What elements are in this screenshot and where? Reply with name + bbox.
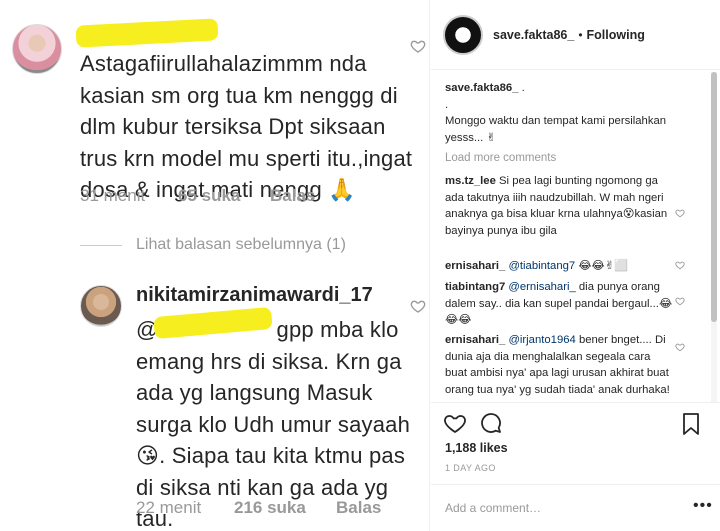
comment-username[interactable]: ms.tz_lee	[445, 175, 496, 187]
more-options-icon[interactable]: •••	[693, 497, 713, 515]
comment-mention[interactable]: @irjanto1964	[508, 334, 575, 346]
comment-mention[interactable]: @ernisahari_	[508, 281, 575, 293]
post-likes-count[interactable]: 1,188 likes	[445, 441, 508, 455]
bookmark-icon[interactable]	[681, 412, 701, 436]
comment-meta: 31 menit 65 suka Balas	[80, 186, 315, 206]
add-comment-bar: Add a comment… •••	[431, 484, 720, 531]
like-heart-icon[interactable]	[410, 298, 426, 314]
account-username[interactable]: save.fakta86_	[493, 28, 574, 42]
following-button[interactable]: Following	[587, 28, 645, 42]
reply-username[interactable]: nikitamirzanimawardi_17	[136, 284, 373, 307]
reply-likes[interactable]: 216 suka	[234, 498, 306, 518]
add-comment-input[interactable]: Add a comment…	[445, 501, 541, 515]
post-timestamp: 1 DAY AGO	[445, 463, 496, 473]
caption: save.fakta86_ . . Monggo waktu dan tempa…	[445, 80, 673, 146]
view-previous-replies[interactable]: Lihat balasan sebelumnya (1)	[80, 236, 346, 254]
comments-list[interactable]: save.fakta86_ . . Monggo waktu dan tempa…	[445, 80, 690, 398]
comment-username[interactable]: ernisahari_	[445, 260, 505, 272]
reply-meta: 22 menit 216 suka Balas	[136, 498, 381, 518]
comments-scrollbar[interactable]	[711, 72, 717, 402]
commenter-avatar	[12, 24, 62, 74]
comment-body: 😂😂✌⬜	[575, 260, 629, 272]
list-item: ms.tz_lee Si pea lagi bunting ngomong ga…	[445, 173, 673, 239]
separator-dot: •	[578, 27, 583, 42]
list-item: tiabintang7 @ernisahari_ dia punya orang…	[445, 279, 673, 329]
list-item: ernisahari_ @tiabintang7 😂😂✌⬜	[445, 258, 673, 275]
scrollbar-thumb[interactable]	[711, 72, 717, 322]
comment-screenshot-panel: Astagafiirullahalazimmm nda kasian sm or…	[0, 0, 430, 531]
comment-like-icon[interactable]	[675, 260, 685, 270]
like-heart-icon[interactable]	[443, 411, 467, 435]
comment-mention[interactable]: @tiabintang7	[508, 260, 575, 272]
comment-time: 31 menit	[80, 186, 146, 205]
comment-text: Astagafiirullahalazimmm nda kasian sm or…	[80, 51, 413, 202]
reply-time: 22 menit	[136, 498, 202, 517]
comment-like-icon[interactable]	[675, 296, 685, 306]
reply-avatar	[80, 285, 122, 327]
instagram-post-sidebar: save.fakta86_ • Following save.fakta86_ …	[431, 0, 720, 531]
comment-username[interactable]: ernisahari_	[445, 334, 505, 346]
view-previous-label: Lihat balasan sebelumnya (1)	[136, 236, 346, 253]
list-item: ernisahari_ @irjanto1964 bener bnget....…	[445, 332, 673, 398]
comment-likes[interactable]: 65 suka	[178, 186, 240, 206]
divider-line	[80, 244, 122, 246]
comment-like-icon[interactable]	[675, 208, 685, 218]
comment-like-icon[interactable]	[675, 342, 685, 352]
post-header: save.fakta86_ • Following	[431, 0, 720, 70]
reply-button[interactable]: Balas	[270, 186, 315, 206]
account-avatar[interactable]	[443, 14, 483, 55]
redacted-username	[75, 18, 219, 48]
comment-bubble-icon[interactable]	[479, 411, 503, 435]
load-more-comments[interactable]: Load more comments	[445, 150, 556, 167]
reply-button[interactable]: Balas	[336, 498, 381, 518]
comment-username[interactable]: save.fakta86_	[445, 82, 519, 94]
comment-username[interactable]: tiabintang7	[445, 281, 505, 293]
post-actions	[431, 402, 720, 442]
